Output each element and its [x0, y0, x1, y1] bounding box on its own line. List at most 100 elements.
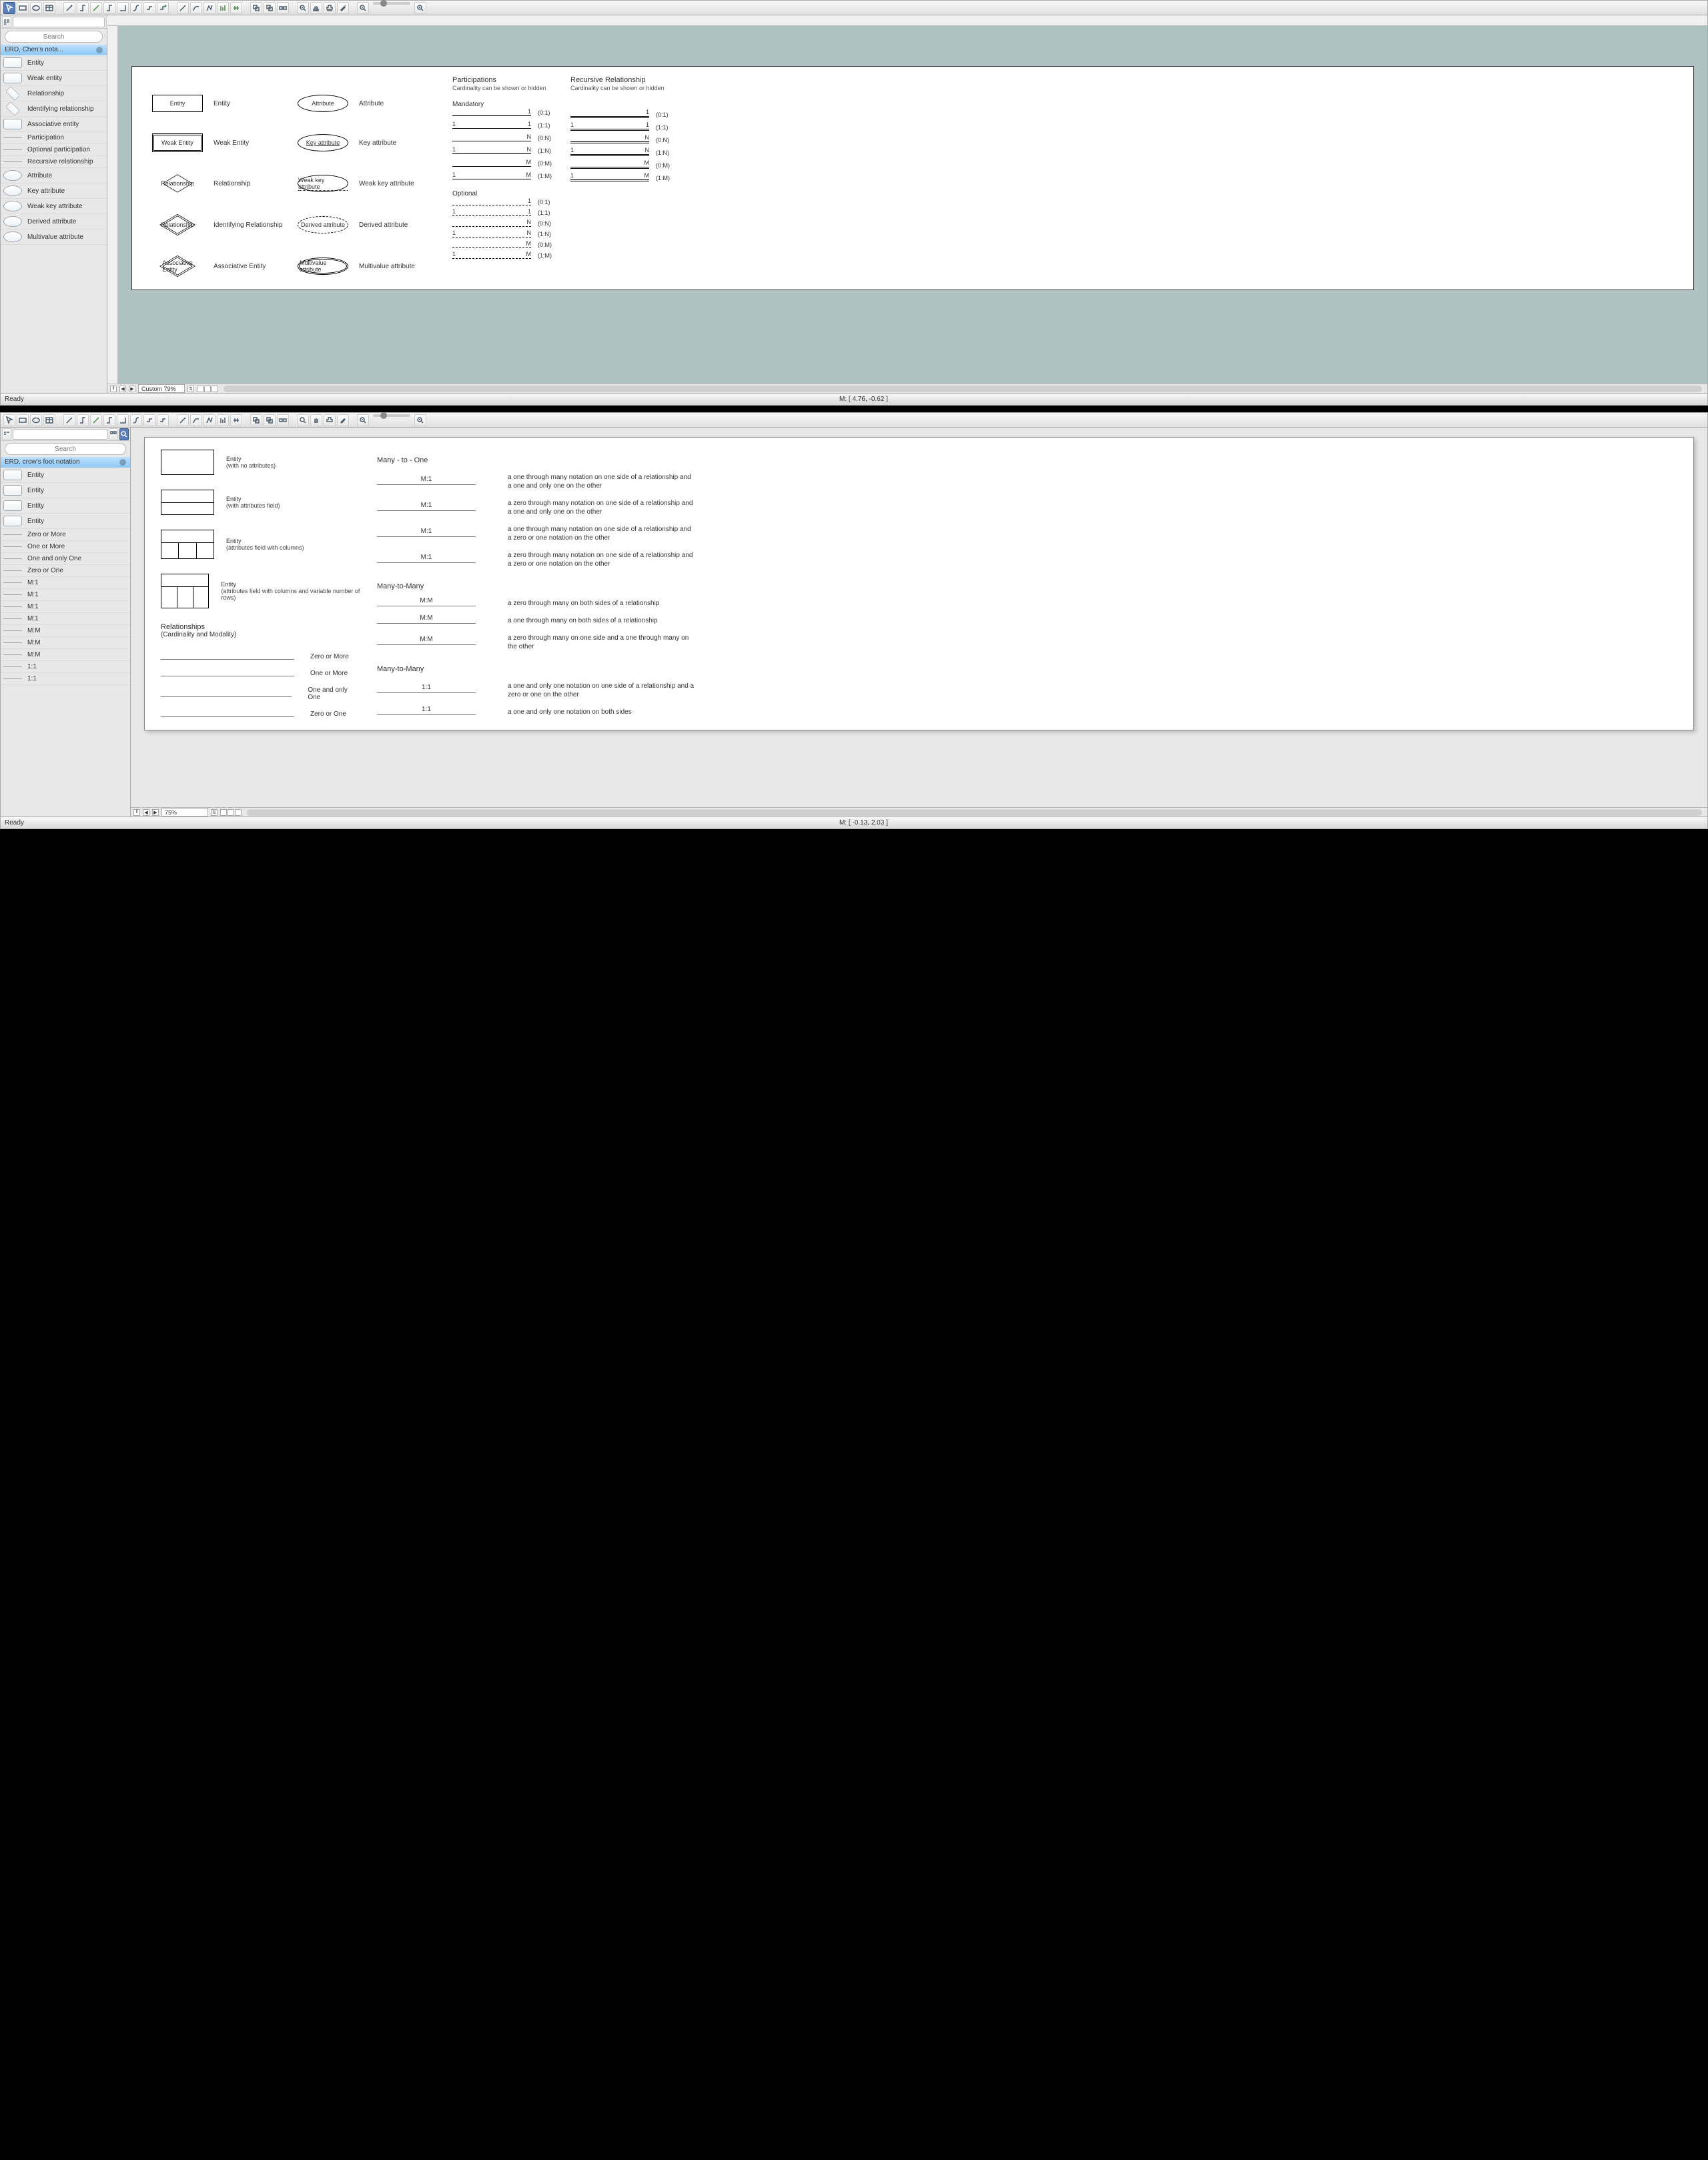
entity-shape[interactable] [161, 574, 209, 608]
sidebar-filter[interactable] [13, 429, 107, 440]
shape[interactable]: Relationship [152, 215, 203, 235]
tool-g1[interactable] [250, 414, 262, 426]
stencil-item[interactable]: Entity [1, 468, 130, 483]
rel-line[interactable] [161, 659, 294, 660]
recursive-line[interactable]: 11 [570, 129, 649, 131]
close-icon[interactable] [96, 47, 103, 53]
stencil-item[interactable]: M:M [1, 637, 130, 649]
page-btn-2[interactable] [228, 809, 234, 816]
tool-zoom[interactable] [297, 414, 309, 426]
stencil-item[interactable]: Entity [1, 55, 107, 71]
rel-line[interactable]: M:M [377, 644, 476, 645]
nav-first[interactable]: ‖ [133, 809, 140, 816]
stencil-item[interactable]: Attribute [1, 168, 107, 183]
stencil-item[interactable]: M:1 [1, 601, 130, 613]
tool-table[interactable] [43, 414, 55, 426]
canvas[interactable]: Entity Entity Attribute Attribute Weak E… [118, 26, 1707, 384]
tool-d5[interactable] [230, 414, 242, 426]
rel-line[interactable]: M:1 [377, 536, 476, 537]
shape[interactable]: Relationship [152, 173, 203, 193]
tool-c2[interactable] [90, 414, 102, 426]
stencil-item[interactable]: 1:1 [1, 673, 130, 685]
page-btn-3[interactable] [211, 386, 218, 392]
participation-line[interactable]: N [452, 226, 531, 227]
tool-connector4[interactable] [117, 2, 129, 14]
rel-line[interactable] [161, 696, 292, 697]
stencil-item[interactable]: Entity [1, 483, 130, 498]
zoom-out[interactable] [357, 414, 369, 426]
stencil-item[interactable]: One or More [1, 541, 130, 553]
nav-prev[interactable]: ◀ [143, 809, 149, 816]
tool-pointer[interactable] [3, 2, 15, 14]
recursive-line[interactable]: 1N [570, 154, 649, 156]
stencil-item[interactable]: Multivalue attribute [1, 229, 107, 245]
search-btn[interactable] [119, 428, 129, 440]
close-icon[interactable] [119, 459, 126, 466]
search-input[interactable] [5, 443, 126, 455]
stencil-item[interactable]: One and only One [1, 553, 130, 565]
stencil-item[interactable]: Recursive relationship [1, 156, 107, 168]
participation-line[interactable]: 11 [452, 128, 531, 129]
stencil-item[interactable]: Entity [1, 498, 130, 514]
nav-next[interactable]: ▶ [152, 809, 159, 816]
shape[interactable]: Entity [152, 95, 203, 112]
tool-picker[interactable] [337, 414, 349, 426]
tool-zoom-in[interactable] [297, 2, 309, 14]
stencil-item[interactable]: Weak entity [1, 71, 107, 86]
stencil-item[interactable]: 1:1 [1, 661, 130, 673]
stencil-item[interactable]: Weak key attribute [1, 199, 107, 214]
shape[interactable]: Attribute [298, 95, 348, 112]
tool-stamp[interactable] [324, 414, 336, 426]
participation-line[interactable]: 11 [452, 215, 531, 216]
tool-ellipse[interactable] [30, 414, 42, 426]
nav-first[interactable]: ‖ [110, 386, 117, 392]
tool-c3[interactable] [103, 414, 115, 426]
stencil-item[interactable]: M:1 [1, 577, 130, 589]
stencil-item[interactable]: Entity [1, 514, 130, 529]
tool-g2[interactable] [264, 414, 276, 426]
tool-draw3[interactable] [203, 2, 216, 14]
rel-line[interactable]: M:1 [377, 484, 476, 485]
page-btn-1[interactable] [220, 809, 227, 816]
stencil-item[interactable]: Zero or One [1, 565, 130, 577]
shape[interactable]: AssociativeEntity [152, 256, 203, 276]
zoom-in-btn[interactable] [414, 2, 426, 14]
zoom-slider[interactable] [373, 2, 410, 5]
tool-draw1[interactable] [177, 2, 189, 14]
stencil-panel-header[interactable]: ERD, Chen's nota... [1, 45, 107, 55]
entity-shape[interactable] [161, 450, 214, 475]
participation-line[interactable]: 1 [452, 115, 531, 116]
sidebar-filter[interactable] [13, 17, 105, 27]
tool-group3[interactable] [277, 2, 289, 14]
tool-rect[interactable] [17, 2, 29, 14]
tool-d3[interactable] [203, 414, 216, 426]
tool-d2[interactable] [190, 414, 202, 426]
tool-connector2[interactable] [90, 2, 102, 14]
participation-line[interactable]: 1M [452, 258, 531, 259]
zoom-slider[interactable] [373, 414, 410, 417]
tool-g3[interactable] [277, 414, 289, 426]
tool-connector5[interactable] [130, 2, 142, 14]
tool-c6[interactable] [143, 414, 155, 426]
rel-line[interactable]: 1:1 [377, 692, 476, 693]
page-btn-3[interactable] [235, 809, 242, 816]
tool-group1[interactable] [250, 2, 262, 14]
tool-pointer[interactable] [3, 414, 15, 426]
tool-connector6[interactable] [143, 2, 155, 14]
search-input[interactable] [5, 31, 103, 43]
stencil-item[interactable]: M:1 [1, 589, 130, 601]
tool-draw5[interactable] [230, 2, 242, 14]
tool-group2[interactable] [264, 2, 276, 14]
stencil-item[interactable]: Identifying relationship [1, 101, 107, 117]
recursive-line[interactable]: N [570, 141, 649, 143]
nav-next[interactable]: ▶ [129, 386, 135, 392]
rel-line[interactable]: M:1 [377, 510, 476, 511]
tool-connector1[interactable] [77, 2, 89, 14]
recursive-line[interactable]: M [570, 167, 649, 169]
stencil-panel-header[interactable]: ERD, crow's foot notation [1, 457, 130, 468]
zoom-level-field[interactable]: Custom 79% [138, 384, 185, 393]
stencil-item[interactable]: Derived attribute [1, 214, 107, 229]
rel-line[interactable]: M:M [377, 623, 476, 624]
tool-line[interactable] [63, 2, 75, 14]
stencil-item[interactable]: Participation [1, 132, 107, 144]
